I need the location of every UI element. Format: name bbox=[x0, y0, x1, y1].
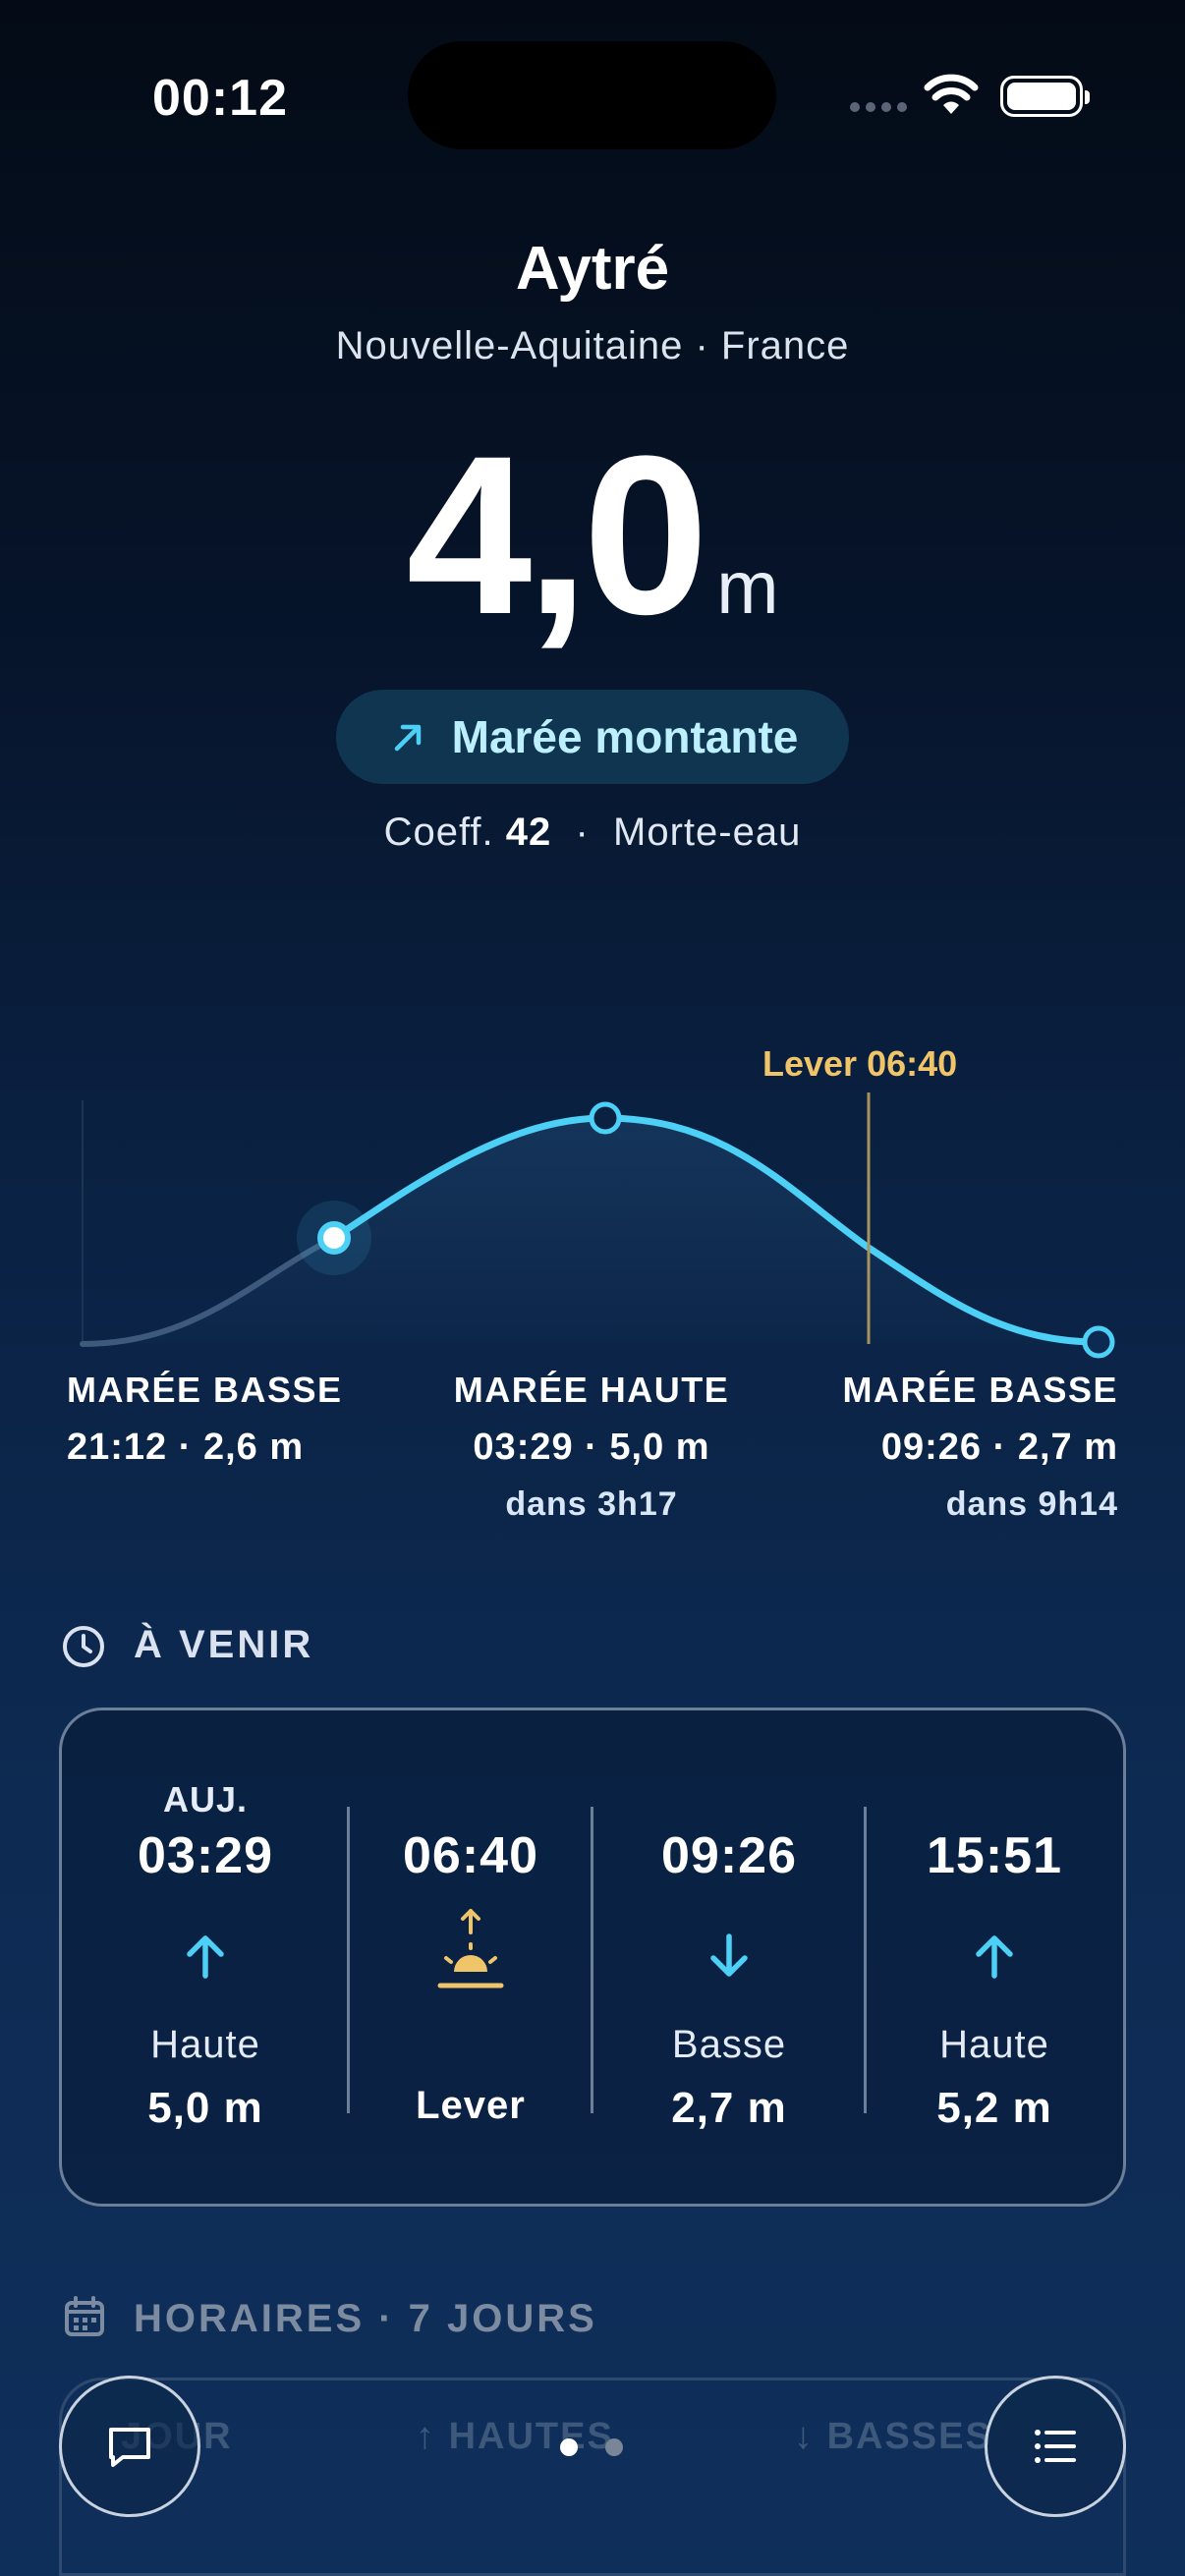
upcoming-title: À VENIR bbox=[134, 1623, 314, 1666]
high-tide-countdown: dans 3h17 bbox=[505, 1485, 678, 1523]
message-button[interactable] bbox=[59, 2376, 200, 2517]
page-dot[interactable] bbox=[605, 2438, 623, 2456]
page-indicator[interactable] bbox=[560, 2438, 623, 2456]
upcoming-card[interactable]: AUJ. 03:29 Haute 5,0 m 06:40 Lever 09:26… bbox=[59, 1708, 1126, 2207]
coeff-separator: · bbox=[575, 811, 590, 854]
tide-curve-chart bbox=[80, 1092, 1115, 1359]
schedule-title: HORAIRES · 7 JOURS bbox=[134, 2297, 597, 2340]
low-tide-next-countdown: dans 9h14 bbox=[945, 1485, 1118, 1523]
high-tide-value: 03:29 · 5,0 m bbox=[473, 1427, 710, 1468]
upcoming-height: 5,0 m bbox=[147, 2084, 263, 2132]
low-tide-prev-title: MARÉE BASSE bbox=[67, 1370, 343, 1410]
cellular-signal-icon bbox=[850, 102, 907, 112]
coeff-label: Coeff. bbox=[383, 811, 494, 854]
upcoming-time: 15:51 bbox=[927, 1827, 1062, 1884]
page-dot-active[interactable] bbox=[560, 2438, 578, 2456]
upcoming-height: 2,7 m bbox=[671, 2084, 787, 2132]
upcoming-height: 5,2 m bbox=[936, 2084, 1052, 2132]
calendar-icon bbox=[65, 2296, 104, 2336]
sunrise-label: Lever 06:40 bbox=[762, 1043, 958, 1084]
upcoming-day: AUJ. bbox=[162, 1779, 249, 1820]
low-tide-next-title: MARÉE BASSE bbox=[842, 1370, 1118, 1410]
upcoming-height: Lever bbox=[416, 2084, 526, 2127]
upcoming-kind: Haute bbox=[939, 2023, 1049, 2066]
message-icon bbox=[109, 2428, 150, 2467]
tide-period: Morte-eau bbox=[613, 811, 802, 854]
arrow-up-icon bbox=[976, 1935, 1013, 1979]
upcoming-time: 06:40 bbox=[403, 1827, 538, 1884]
arrow-up-icon bbox=[187, 1935, 224, 1979]
tide-trend-label: Marée montante bbox=[451, 711, 799, 762]
upcoming-time: 03:29 bbox=[138, 1827, 273, 1884]
upcoming-time: 09:26 bbox=[661, 1827, 797, 1884]
schedule-table[interactable]: JOUR ↑ HAUTES ↓ BASSES bbox=[59, 2378, 1126, 2576]
low-tide-dot bbox=[1082, 1325, 1115, 1359]
dynamic-island bbox=[408, 41, 776, 149]
arrow-down-icon bbox=[710, 1933, 748, 1977]
high-tide-dot bbox=[589, 1101, 622, 1135]
tide-trend-badge: Marée montante bbox=[336, 690, 849, 784]
wifi-icon bbox=[924, 74, 979, 114]
battery-icon bbox=[1000, 76, 1090, 117]
current-position-dot bbox=[317, 1221, 351, 1255]
height-value: 4,0 bbox=[406, 409, 708, 661]
coeff-value: 42 bbox=[505, 811, 552, 854]
list-icon bbox=[1035, 2430, 1076, 2463]
status-time: 00:12 bbox=[152, 70, 288, 127]
region-name: Nouvelle-Aquitaine · France bbox=[335, 324, 850, 367]
low-tide-prev-value: 21:12 · 2,6 m bbox=[67, 1427, 305, 1468]
schedule-col-low: ↓ BASSES bbox=[794, 2416, 992, 2457]
high-tide-title: MARÉE HAUTE bbox=[453, 1370, 730, 1410]
current-height: 4,0 m bbox=[0, 422, 1185, 648]
arrow-up-right-icon bbox=[394, 724, 421, 752]
upcoming-item[interactable]: 15:51 Haute 5,2 m bbox=[866, 1710, 1123, 2204]
sunrise-icon bbox=[437, 1909, 504, 1988]
list-button[interactable] bbox=[985, 2376, 1126, 2517]
tide-area bbox=[83, 1118, 1099, 1344]
coefficient-line: Coeff. 42 · Morte-eau bbox=[0, 811, 1185, 855]
upcoming-item[interactable]: 06:40 Lever bbox=[349, 1710, 592, 2204]
city-name: Aytré bbox=[515, 235, 670, 303]
upcoming-item[interactable]: AUJ. 03:29 Haute 5,0 m bbox=[62, 1710, 349, 2204]
upcoming-item[interactable]: 09:26 Basse 2,7 m bbox=[592, 1710, 866, 2204]
upcoming-kind: Basse bbox=[671, 2023, 787, 2066]
upcoming-kind: Haute bbox=[150, 2023, 260, 2066]
clock-icon bbox=[63, 1626, 104, 1667]
height-unit: m bbox=[716, 546, 779, 630]
low-tide-next-value: 09:26 · 2,7 m bbox=[880, 1427, 1118, 1468]
